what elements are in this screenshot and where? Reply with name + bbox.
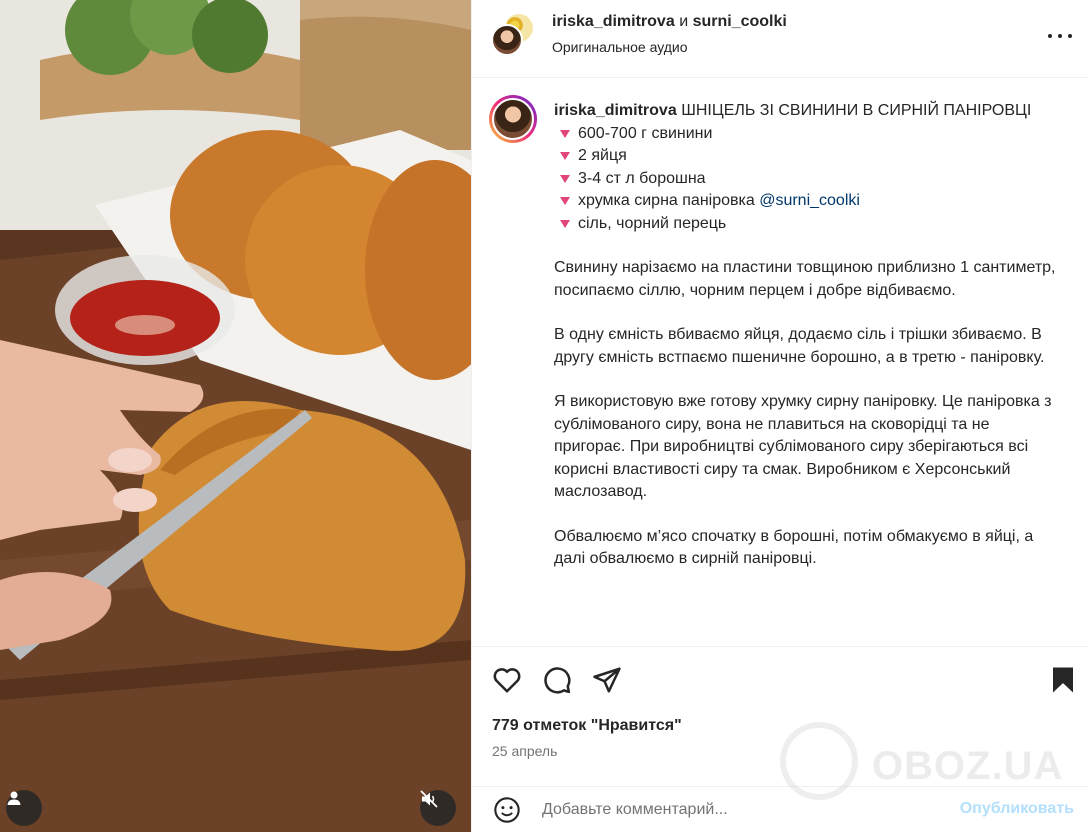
username-link[interactable]: surni_coolki: [693, 13, 787, 30]
ingredient-item: хрумка сирна паніровка @surni_coolki: [554, 190, 1064, 213]
likes-count[interactable]: 779 отметок "Нравится": [492, 717, 682, 735]
bookmark-icon[interactable]: [1048, 665, 1078, 695]
publish-button[interactable]: Опубликовать: [960, 800, 1074, 818]
user-icon: [7, 791, 21, 805]
mute-button[interactable]: [420, 790, 456, 826]
caption-paragraph: В одну ємність вбиваємо яйця, додаємо сі…: [554, 326, 1045, 366]
post-header: iriska_dimitrova и surni_coolki Оригинал…: [472, 0, 1089, 78]
triangle-icon: [560, 129, 570, 138]
tagged-users-button[interactable]: [6, 790, 42, 826]
emoji-icon[interactable]: [493, 796, 521, 824]
ingredient-item: 2 яйця: [554, 145, 1064, 168]
author-avatar[interactable]: [489, 95, 537, 143]
username-link[interactable]: iriska_dimitrova: [552, 13, 675, 30]
triangle-icon: [560, 219, 570, 228]
share-icon[interactable]: [592, 665, 622, 695]
and-text: и: [679, 13, 689, 30]
mention-link[interactable]: @surni_coolki: [759, 190, 860, 213]
triangle-icon: [560, 174, 570, 183]
collab-usernames: iriska_dimitrova и surni_coolki: [552, 13, 787, 31]
more-icon[interactable]: [1048, 24, 1072, 48]
comment-input[interactable]: [542, 795, 942, 825]
post-date: 25 апрель: [492, 743, 558, 759]
heart-icon[interactable]: [492, 665, 522, 695]
avatar: [491, 24, 523, 56]
post-actions: 779 отметок "Нравится" 25 апрель: [472, 646, 1089, 806]
caption-title: ШНІЦЕЛЬ ЗІ СВИНИНИ В СИРНІЙ ПАНІРОВЦІ: [681, 102, 1032, 119]
collab-avatars[interactable]: [491, 12, 535, 56]
caption-username[interactable]: iriska_dimitrova: [554, 102, 677, 119]
triangle-icon: [560, 152, 570, 161]
post-media[interactable]: [0, 0, 471, 832]
ingredient-item: 3-4 ст л борошна: [554, 168, 1064, 191]
triangle-icon: [560, 197, 570, 206]
caption-paragraph: Свинину нарізаємо на пластини товщиною п…: [554, 259, 1056, 299]
comment-icon[interactable]: [542, 665, 572, 695]
ingredient-item: 600-700 г свинини: [554, 123, 1064, 146]
ingredient-item: сіль, чорний перець: [554, 213, 1064, 236]
caption: iriska_dimitrova ШНІЦЕЛЬ ЗІ СВИНИНИ В СИ…: [554, 100, 1064, 571]
caption-scroll-area[interactable]: iriska_dimitrova ШНІЦЕЛЬ ЗІ СВИНИНИ В СИ…: [472, 78, 1089, 646]
post-side-panel: iriska_dimitrova и surni_coolki Оригинал…: [471, 0, 1089, 832]
audio-link[interactable]: Оригинальное аудио: [552, 39, 688, 55]
schnitzel-photo: [0, 0, 471, 832]
comment-bar: Опубликовать: [472, 786, 1089, 832]
mute-icon: [420, 790, 438, 808]
caption-paragraph: Я використовую вже готову хрумку сирну п…: [554, 393, 1052, 500]
caption-paragraph: Обвалюємо м’ясо спочатку в борошні, поті…: [554, 527, 1034, 568]
